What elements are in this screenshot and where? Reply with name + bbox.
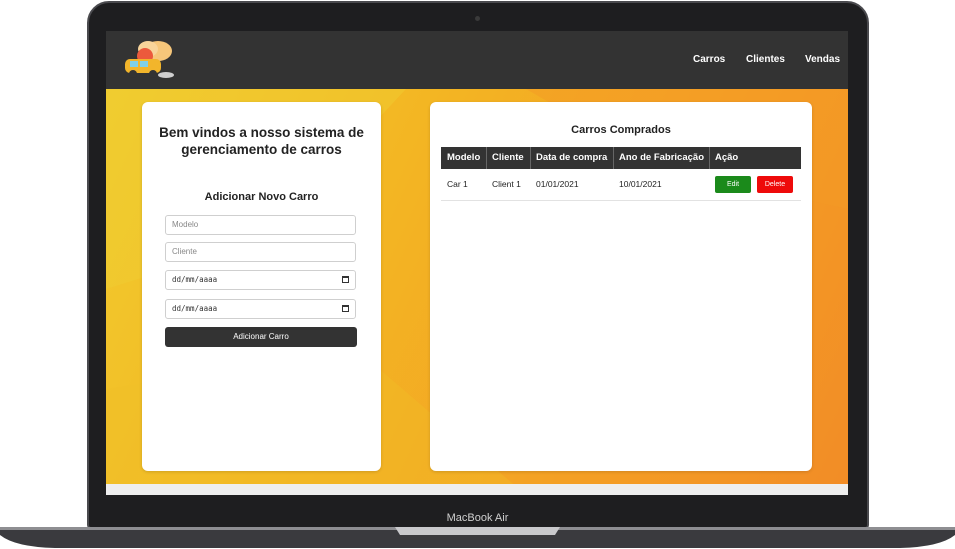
column-header-acao: Ação: [715, 152, 739, 163]
cell-cliente: Client 1: [492, 179, 521, 189]
column-header-ano-fabricacao: Ano de Fabricação: [619, 152, 704, 163]
ano-fabricacao-input[interactable]: dd/mm/aaaa: [165, 299, 356, 319]
camera-icon: [475, 16, 480, 21]
app-screen: Carros Clientes Vendas Bem vindos a noss…: [106, 31, 848, 495]
nav-clientes[interactable]: Clientes: [746, 54, 785, 65]
column-divider: [613, 147, 614, 169]
modelo-input[interactable]: Modelo: [165, 215, 356, 235]
welcome-heading: Bem vindos a nosso sistema de gerenciame…: [159, 125, 364, 157]
cell-modelo: Car 1: [447, 179, 468, 189]
add-car-panel: Bem vindos a nosso sistema de gerenciame…: [142, 102, 381, 471]
column-header-data-compra: Data de compra: [536, 152, 608, 163]
column-divider: [709, 147, 710, 169]
calendar-icon[interactable]: [342, 305, 349, 312]
page-footer: [106, 484, 848, 495]
column-divider: [486, 147, 487, 169]
device-label: MacBook Air: [446, 512, 509, 524]
edit-button[interactable]: Edit: [715, 176, 751, 193]
date-value: dd/mm/aaaa: [172, 275, 218, 284]
nav-carros[interactable]: Carros: [693, 54, 725, 65]
navbar: Carros Clientes Vendas: [106, 31, 848, 89]
delete-button[interactable]: Delete: [757, 176, 793, 193]
data-compra-input[interactable]: dd/mm/aaaa: [165, 270, 356, 290]
nav-vendas[interactable]: Vendas: [805, 54, 840, 65]
cell-ano-fabricacao: 10/01/2021: [619, 179, 662, 189]
laptop-base: [0, 527, 955, 548]
calendar-icon[interactable]: [342, 276, 349, 283]
cell-data-compra: 01/01/2021: [536, 179, 579, 189]
table-row: Car 1 Client 1 01/01/2021 10/01/2021 Edi…: [441, 169, 801, 201]
column-header-cliente: Cliente: [492, 152, 524, 163]
table-title: Carros Comprados: [571, 124, 671, 136]
date-value: dd/mm/aaaa: [172, 304, 218, 313]
column-header-modelo: Modelo: [447, 152, 481, 163]
cliente-input[interactable]: Cliente: [165, 242, 356, 262]
purchased-cars-panel: Carros Comprados Modelo Cliente Data de …: [430, 102, 812, 471]
table-header: Modelo Cliente Data de compra Ano de Fab…: [441, 147, 801, 169]
column-divider: [530, 147, 531, 169]
add-car-button[interactable]: Adicionar Carro: [165, 327, 357, 347]
car-logo-icon[interactable]: [118, 39, 176, 83]
form-title: Adicionar Novo Carro: [204, 191, 319, 203]
